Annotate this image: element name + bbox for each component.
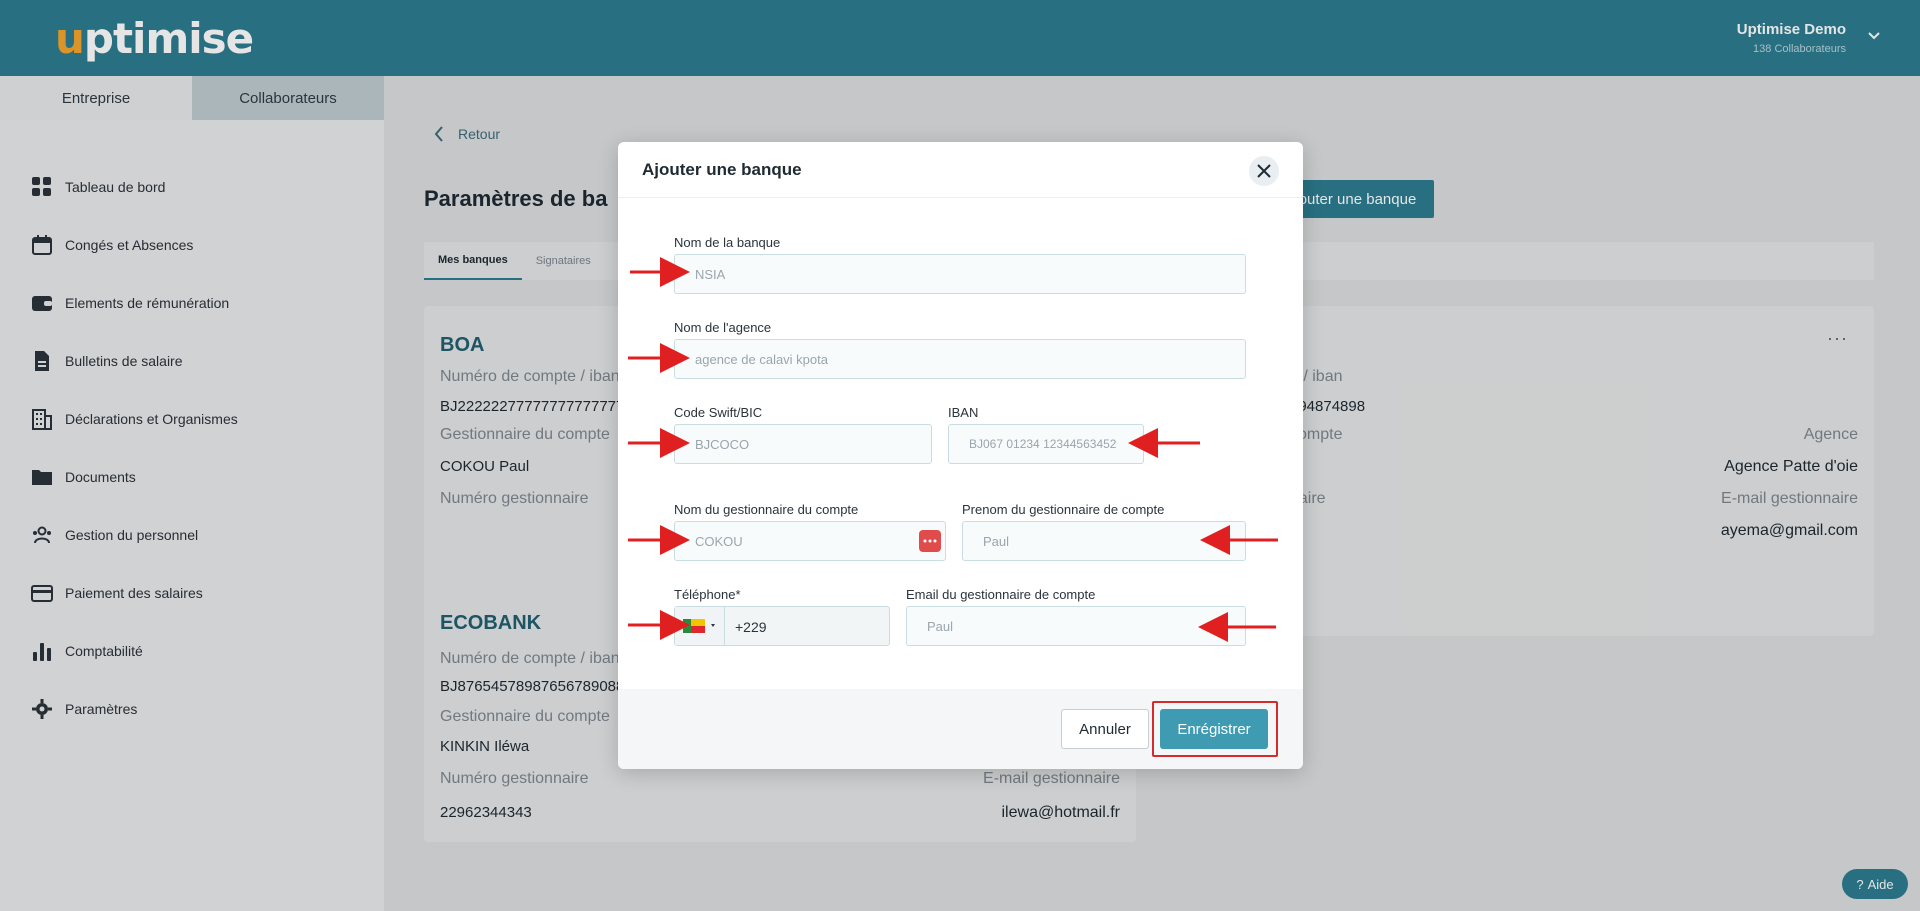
manager-lastname-label: Nom du gestionnaire du compte — [674, 502, 859, 517]
close-icon — [1257, 164, 1271, 178]
agency-name-label: Nom de l'agence — [674, 320, 772, 335]
bank-name-label: Nom de la banque — [674, 235, 781, 250]
manager-email-input[interactable]: Paul — [906, 606, 1246, 646]
password-manager-icon[interactable] — [919, 530, 941, 552]
agency-name-input[interactable]: agence de calavi kpota — [674, 339, 1246, 379]
modal-footer: Annuler Enrégistrer — [618, 689, 1303, 769]
swift-input[interactable]: BJCOCO — [674, 424, 932, 464]
save-button[interactable]: Enrégistrer — [1160, 709, 1268, 749]
iban-placeholder: BJ067 01234 12344563452 — [969, 437, 1117, 451]
manager-firstname-input[interactable]: Paul — [962, 521, 1246, 561]
iban-input[interactable]: BJ067 01234 12344563452 — [948, 424, 1144, 464]
bank-name-placeholder: NSIA — [695, 267, 726, 282]
country-selector[interactable] — [675, 607, 725, 645]
add-bank-modal: Ajouter une banque Nom de la banque NSIA… — [618, 142, 1303, 769]
benin-flag-icon — [683, 619, 715, 633]
manager-lastname-input[interactable]: COKOU — [674, 521, 946, 561]
manager-firstname-label: Prenom du gestionnaire de compte — [962, 502, 1165, 517]
phone-input[interactable]: +229 — [674, 606, 890, 646]
agency-name-placeholder: agence de calavi kpota — [695, 352, 828, 367]
close-button[interactable] — [1249, 156, 1279, 186]
manager-email-label: Email du gestionnaire de compte — [906, 587, 1096, 602]
cancel-button[interactable]: Annuler — [1061, 709, 1149, 749]
manager-lastname-placeholder: COKOU — [695, 534, 743, 549]
iban-label: IBAN — [948, 405, 979, 420]
modal-header: Ajouter une banque — [618, 142, 1303, 198]
manager-firstname-placeholder: Paul — [983, 534, 1010, 549]
manager-email-placeholder: Paul — [927, 619, 954, 634]
phone-label: Téléphone* — [674, 587, 741, 602]
bank-name-input[interactable]: NSIA — [674, 254, 1246, 294]
phone-value: +229 — [735, 619, 767, 635]
swift-label: Code Swift/BIC — [674, 405, 763, 420]
modal-title: Ajouter une banque — [642, 160, 802, 179]
swift-placeholder: BJCOCO — [695, 437, 750, 452]
